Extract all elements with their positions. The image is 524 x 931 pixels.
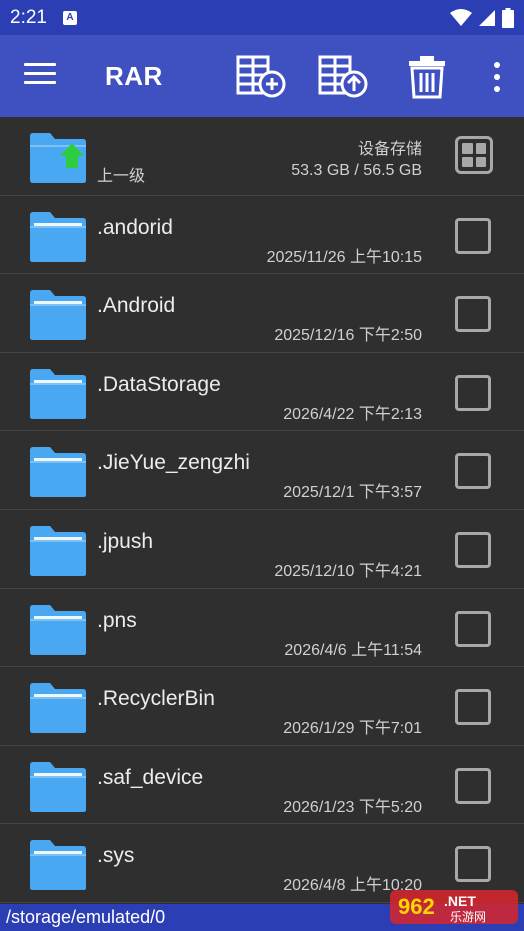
storage-label: 设备存储	[357, 141, 422, 158]
file-date: 2025/11/26 上午10:15	[266, 248, 422, 266]
select-checkbox[interactable]	[455, 453, 491, 490]
file-date: 2025/12/16 下午2:50	[274, 327, 422, 345]
trash-icon[interactable]	[402, 55, 452, 99]
menu-icon[interactable]	[24, 63, 56, 89]
grid-view-icon[interactable]	[455, 136, 493, 174]
battery-icon	[502, 7, 514, 28]
status-time: 2:21	[10, 6, 47, 28]
file-name: .sys	[97, 844, 135, 868]
file-row[interactable]: .JieYue_zengzhi 2025/12/1 下午3:57	[0, 431, 524, 510]
parent-folder-row[interactable]: 上一级 设备存储 53.3 GB / 56.5 GB	[0, 117, 524, 196]
folder-icon	[30, 368, 86, 419]
select-checkbox[interactable]	[455, 374, 491, 411]
select-checkbox[interactable]	[455, 531, 491, 568]
file-name: .jpush	[97, 529, 154, 553]
folder-icon	[30, 604, 86, 655]
file-date: 2026/1/29 下午7:01	[283, 720, 422, 738]
select-checkbox[interactable]	[455, 610, 491, 647]
folder-icon	[30, 761, 86, 812]
folder-icon	[30, 525, 86, 576]
folder-icon	[30, 290, 86, 341]
storage-size: 53.3 GB / 56.5 GB	[291, 162, 422, 179]
file-row[interactable]: .saf_device 2026/1/23 下午5:20	[0, 746, 524, 825]
parent-folder-label: 上一级	[97, 168, 146, 185]
select-checkbox[interactable]	[455, 689, 491, 726]
file-date: 2025/12/1 下午3:57	[283, 484, 422, 502]
file-name: .DataStorage	[97, 372, 221, 396]
archive-extract-icon[interactable]	[318, 55, 368, 99]
file-row[interactable]: .jpush 2025/12/10 下午4:21	[0, 510, 524, 589]
select-checkbox[interactable]	[455, 846, 491, 883]
app-title: RAR	[105, 61, 163, 91]
folder-icon	[30, 447, 86, 498]
select-checkbox[interactable]	[455, 767, 491, 804]
watermark-logo: 962 .NET 乐游网	[390, 890, 518, 924]
file-row[interactable]: .Android 2025/12/16 下午2:50	[0, 274, 524, 353]
folder-icon	[30, 683, 86, 734]
app-toolbar: RAR	[0, 35, 524, 117]
file-name: .pns	[97, 608, 137, 632]
folder-icon	[30, 840, 86, 891]
watermark-suffix: .NET	[444, 893, 476, 909]
notification-icon: A	[62, 10, 77, 25]
file-list: 上一级 设备存储 53.3 GB / 56.5 GB .andorid 2025/…	[0, 117, 524, 903]
watermark-text: 乐游网	[450, 910, 486, 924]
folder-icon	[30, 211, 86, 262]
more-vert-icon[interactable]	[492, 62, 502, 92]
select-checkbox[interactable]	[455, 296, 491, 333]
file-row[interactable]: .pns 2026/4/6 上午11:54	[0, 589, 524, 668]
file-date: 2026/4/22 下午2:13	[283, 405, 422, 423]
archive-add-icon[interactable]	[236, 55, 286, 99]
file-row[interactable]: .DataStorage 2026/4/22 下午2:13	[0, 353, 524, 432]
file-name: .RecyclerBin	[97, 687, 215, 711]
file-name: .andorid	[97, 215, 173, 239]
folder-up-icon	[30, 133, 86, 183]
select-checkbox[interactable]	[455, 217, 491, 254]
watermark-number: 962	[398, 894, 435, 919]
status-bar: 2:21 A	[0, 0, 524, 35]
file-date: 2026/1/23 下午5:20	[283, 798, 422, 816]
file-row[interactable]: .andorid 2025/11/26 上午10:15	[0, 196, 524, 275]
signal-icon	[479, 9, 495, 26]
file-name: .Android	[97, 294, 176, 318]
status-icons	[450, 7, 514, 28]
file-date: 2026/4/6 上午11:54	[284, 641, 422, 659]
file-name: .saf_device	[97, 765, 204, 789]
wifi-icon	[450, 8, 472, 26]
file-row[interactable]: .RecyclerBin 2026/1/29 下午7:01	[0, 667, 524, 746]
file-date: 2025/12/10 下午4:21	[274, 562, 422, 580]
file-name: .JieYue_zengzhi	[97, 451, 250, 475]
